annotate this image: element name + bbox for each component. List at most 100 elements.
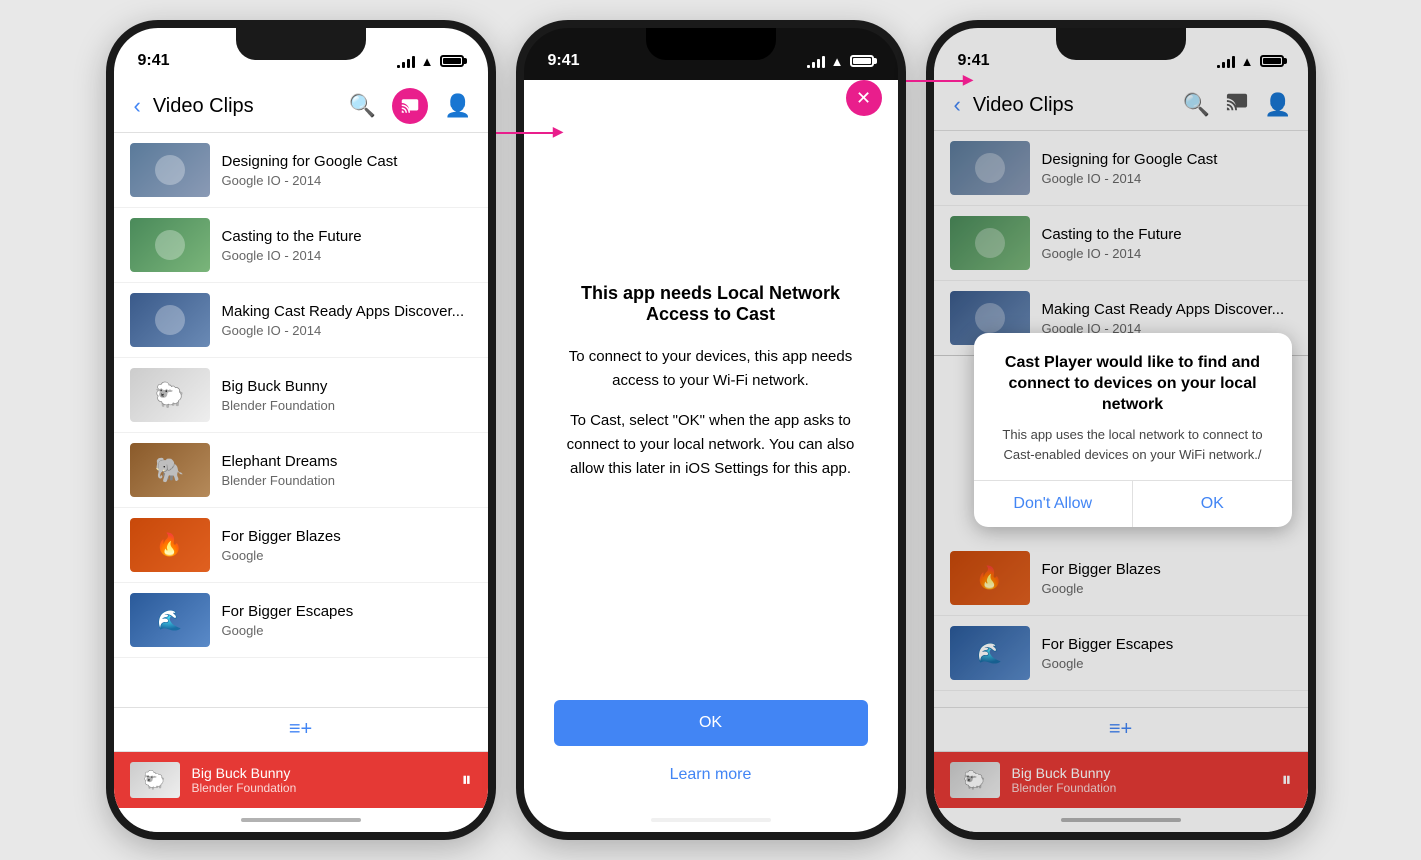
video-title-escapes-left: For Bigger Escapes [222, 602, 472, 622]
learn-more-button-middle[interactable]: Learn more [554, 758, 868, 792]
video-subtitle-escapes-left: Google [222, 623, 472, 638]
dialog-inner-middle: This app needs Local Network Access to C… [524, 80, 898, 680]
video-info-making-left: Making Cast Ready Apps Discover... Googl… [222, 302, 472, 339]
video-item-escapes-right[interactable]: 🌊 For Bigger Escapes Google [934, 616, 1308, 691]
dialog-background-middle: This app needs Local Network Access to C… [524, 80, 898, 832]
back-button-right[interactable]: ‹ [950, 88, 965, 122]
ok-button-middle[interactable]: OK [554, 700, 868, 746]
video-info-bbb-left: Big Buck Bunny Blender Foundation [222, 377, 472, 414]
pause-icon-right[interactable]: ⏸ [1282, 769, 1292, 792]
home-indicator-right [934, 808, 1308, 832]
video-thumb-designing-right [950, 141, 1030, 195]
video-title-casting-right: Casting to the Future [1042, 225, 1292, 245]
now-playing-left[interactable]: 🐑 Big Buck Bunny Blender Foundation ⏸ [114, 752, 488, 808]
video-title-escapes-right: For Bigger Escapes [1042, 635, 1292, 655]
video-item-making-left[interactable]: Making Cast Ready Apps Discover... Googl… [114, 283, 488, 358]
video-info-casting-left: Casting to the Future Google IO - 2014 [222, 227, 472, 264]
cast-icon-active-left[interactable] [392, 88, 428, 124]
now-playing-right[interactable]: 🐑 Big Buck Bunny Blender Foundation ⏸ [934, 752, 1308, 808]
status-icons-right: ▲ [1217, 54, 1284, 69]
status-time-left: 9:41 [138, 52, 170, 70]
back-button-left[interactable]: ‹ [130, 89, 145, 123]
video-item-designing-left[interactable]: Designing for Google Cast Google IO - 20… [114, 133, 488, 208]
search-icon-right[interactable]: 🔍 [1183, 92, 1210, 118]
close-button-middle[interactable]: ✕ [846, 80, 882, 116]
np-info-left: Big Buck Bunny Blender Foundation [192, 765, 450, 795]
video-title-bbb-left: Big Buck Bunny [222, 377, 472, 397]
video-subtitle-casting-left: Google IO - 2014 [222, 248, 472, 263]
video-title-blazes-right: For Bigger Blazes [1042, 560, 1292, 580]
overlay-dialog-buttons-right: Don't Allow OK [974, 480, 1292, 527]
video-item-designing-right[interactable]: Designing for Google Cast Google IO - 20… [934, 131, 1308, 206]
profile-icon-left[interactable]: 👤 [444, 93, 471, 119]
video-item-blazes-left[interactable]: 🔥 For Bigger Blazes Google [114, 508, 488, 583]
signal-icon-middle [807, 54, 825, 68]
video-title-blazes-left: For Bigger Blazes [222, 527, 472, 547]
video-item-casting-left[interactable]: Casting to the Future Google IO - 2014 [114, 208, 488, 283]
dialog-actions-middle: OK Learn more [524, 680, 898, 808]
np-title-left: Big Buck Bunny [192, 765, 450, 781]
overlay-ok-button-right[interactable]: OK [1133, 481, 1292, 527]
video-title-elephant-left: Elephant Dreams [222, 452, 472, 472]
video-title-designing-left: Designing for Google Cast [222, 152, 472, 172]
dont-allow-button-right[interactable]: Don't Allow [974, 481, 1133, 527]
video-subtitle-casting-right: Google IO - 2014 [1042, 246, 1292, 261]
video-subtitle-designing-right: Google IO - 2014 [1042, 171, 1292, 186]
profile-icon-right[interactable]: 👤 [1264, 92, 1291, 118]
wifi-icon-middle: ▲ [831, 54, 844, 69]
video-thumb-elephant-left: 🐘 [130, 443, 210, 497]
video-item-casting-right[interactable]: Casting to the Future Google IO - 2014 [934, 206, 1308, 281]
home-indicator-middle [524, 808, 898, 832]
dialog-body2-middle: To Cast, select "OK" when the app asks t… [554, 409, 868, 481]
signal-icon-right [1217, 54, 1235, 68]
np-thumb-left: 🐑 [130, 762, 180, 798]
video-item-elephant-left[interactable]: 🐘 Elephant Dreams Blender Foundation [114, 433, 488, 508]
signal-icon-left [397, 54, 415, 68]
np-info-right: Big Buck Bunny Blender Foundation [1012, 765, 1270, 795]
np-subtitle-left: Blender Foundation [192, 781, 450, 795]
status-icons-left: ▲ [397, 54, 464, 69]
dialog-body1-middle: To connect to your devices, this app nee… [554, 345, 868, 393]
video-thumb-bbb-left: 🐑 [130, 368, 210, 422]
app-header-left: ‹ Video Clips 🔍 👤 [114, 80, 488, 133]
video-info-blazes-left: For Bigger Blazes Google [222, 527, 472, 564]
video-item-blazes-right[interactable]: 🔥 For Bigger Blazes Google [934, 541, 1308, 616]
status-icons-middle: ▲ [807, 54, 874, 69]
video-thumb-blazes-left: 🔥 [130, 518, 210, 572]
search-icon-left[interactable]: 🔍 [349, 93, 376, 119]
overlay-dialog-right: Cast Player would like to find and conne… [974, 333, 1292, 527]
battery-icon-right [1260, 55, 1284, 67]
close-icon-middle: ✕ [856, 88, 871, 109]
home-indicator-left [114, 808, 488, 832]
bottom-bar-right: ≡+ 🐑 Big Buck Bunny Blender Foundation ⏸ [934, 707, 1308, 832]
bottom-bar-left: ≡+ 🐑 Big Buck Bunny Blender Foundation ⏸ [114, 707, 488, 832]
queue-button-left[interactable]: ≡+ [114, 708, 488, 752]
status-time-right: 9:41 [958, 52, 990, 70]
video-thumb-casting-right [950, 216, 1030, 270]
video-subtitle-escapes-right: Google [1042, 656, 1292, 671]
video-item-bbb-left[interactable]: 🐑 Big Buck Bunny Blender Foundation [114, 358, 488, 433]
battery-icon-middle [850, 55, 874, 67]
pause-icon-left[interactable]: ⏸ [462, 769, 472, 792]
overlay-dialog-content-right: Cast Player would like to find and conne… [974, 333, 1292, 464]
video-info-escapes-left: For Bigger Escapes Google [222, 602, 472, 639]
video-title-casting-left: Casting to the Future [222, 227, 472, 247]
np-thumb-right: 🐑 [950, 762, 1000, 798]
video-subtitle-blazes-left: Google [222, 548, 472, 563]
np-title-right: Big Buck Bunny [1012, 765, 1270, 781]
arrow-left-to-middle [496, 132, 556, 134]
video-thumb-escapes-right: 🌊 [950, 626, 1030, 680]
video-item-escapes-left[interactable]: 🌊 For Bigger Escapes Google [114, 583, 488, 658]
video-thumb-making-left [130, 293, 210, 347]
video-subtitle-making-left: Google IO - 2014 [222, 323, 472, 338]
overlay-dialog-body-right: This app uses the local network to conne… [990, 425, 1276, 464]
video-subtitle-designing-left: Google IO - 2014 [222, 173, 472, 188]
queue-icon-right: ≡+ [1109, 718, 1132, 741]
status-time-middle: 9:41 [548, 52, 580, 70]
video-subtitle-bbb-left: Blender Foundation [222, 398, 472, 413]
video-info-designing-left: Designing for Google Cast Google IO - 20… [222, 152, 472, 189]
video-info-elephant-left: Elephant Dreams Blender Foundation [222, 452, 472, 489]
cast-icon-right[interactable] [1226, 91, 1248, 119]
queue-button-right[interactable]: ≡+ [934, 708, 1308, 752]
video-subtitle-blazes-right: Google [1042, 581, 1292, 596]
